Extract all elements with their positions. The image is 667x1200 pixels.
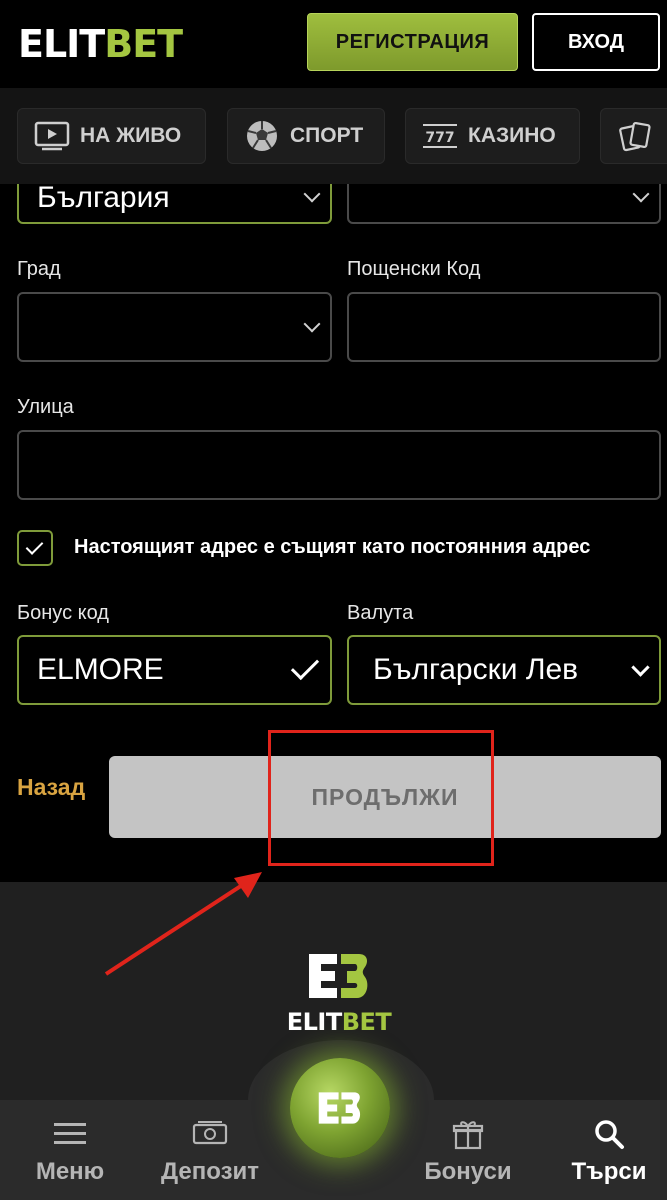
nav-item-label: НА ЖИВО bbox=[80, 124, 182, 147]
tab-label: Търси bbox=[571, 1158, 647, 1185]
checkmark-icon bbox=[25, 537, 44, 555]
chevron-down-icon bbox=[303, 315, 321, 333]
tab-deposit[interactable]: Депозит bbox=[155, 1118, 265, 1192]
street-input[interactable] bbox=[17, 430, 661, 500]
bonus-code-label: Бонус код bbox=[17, 602, 109, 624]
annotation-highlight-box bbox=[268, 730, 494, 866]
tab-label: Депозит bbox=[160, 1158, 259, 1185]
footer-logo: ELITBET bbox=[277, 952, 401, 1042]
nav-item-sport[interactable]: СПОРТ bbox=[227, 108, 385, 164]
tab-label: Бонуси bbox=[424, 1158, 512, 1185]
logo-text-white: ELIT bbox=[286, 1008, 343, 1036]
slot-777-icon: 777 bbox=[420, 120, 460, 152]
logo-text-white: ELIT bbox=[18, 22, 105, 66]
login-button[interactable]: ВХОД bbox=[532, 13, 660, 71]
category-nav: НА ЖИВО СПОРТ 777 КАЗИНО bbox=[0, 88, 667, 184]
city-select[interactable] bbox=[17, 292, 332, 362]
live-video-icon bbox=[32, 120, 72, 152]
same-address-label: Настоящият адрес е същият като постоянни… bbox=[74, 536, 591, 558]
logo-text-green: BET bbox=[104, 22, 183, 66]
same-address-checkbox[interactable] bbox=[17, 530, 53, 566]
region-select[interactable] bbox=[347, 184, 661, 224]
street-label: Улица bbox=[17, 396, 74, 418]
cash-icon bbox=[192, 1118, 228, 1150]
tab-label: Меню bbox=[35, 1158, 105, 1185]
playing-cards-icon bbox=[615, 120, 655, 152]
svg-text:777: 777 bbox=[425, 130, 454, 146]
postcode-label: Пощенски Код bbox=[347, 258, 481, 280]
top-header: ELIT BET РЕГИСТРАЦИЯ ВХОД bbox=[0, 0, 667, 88]
bonus-code-input[interactable]: ELMORE bbox=[17, 635, 332, 705]
chevron-down-icon bbox=[631, 658, 650, 677]
footer-logo-text: ELITBET bbox=[277, 1008, 401, 1036]
back-link[interactable]: Назад bbox=[17, 774, 85, 801]
currency-value: Български Лев bbox=[373, 653, 579, 686]
chevron-down-icon bbox=[632, 185, 650, 203]
hamburger-menu-icon bbox=[52, 1118, 88, 1150]
country-select[interactable]: България bbox=[17, 184, 332, 224]
soccer-ball-icon bbox=[242, 120, 282, 152]
elitbet-logo[interactable]: ELIT BET bbox=[18, 22, 183, 66]
nav-item-label: КАЗИНО bbox=[468, 124, 556, 147]
nav-item-live[interactable]: НА ЖИВО bbox=[17, 108, 206, 164]
bonus-code-value: ELMORE bbox=[37, 653, 164, 686]
currency-select[interactable]: Български Лев bbox=[347, 635, 661, 705]
eb-monogram-icon bbox=[309, 954, 368, 998]
valid-check-icon bbox=[290, 651, 320, 681]
chevron-down-icon bbox=[303, 185, 321, 203]
currency-label: Валута bbox=[347, 602, 414, 624]
center-home-button[interactable] bbox=[290, 1058, 390, 1158]
tab-bonuses[interactable]: Бонуси bbox=[420, 1118, 516, 1192]
nav-item-cards[interactable] bbox=[600, 108, 667, 164]
postcode-input[interactable] bbox=[347, 292, 661, 362]
tab-menu[interactable]: Меню bbox=[30, 1118, 110, 1192]
nav-item-casino[interactable]: 777 КАЗИНО bbox=[405, 108, 580, 164]
register-button[interactable]: РЕГИСТРАЦИЯ bbox=[307, 13, 518, 71]
tab-search[interactable]: Търси bbox=[566, 1118, 652, 1192]
gift-icon bbox=[450, 1118, 486, 1150]
city-label: Град bbox=[17, 258, 61, 280]
eb-monogram-icon bbox=[318, 1092, 361, 1124]
nav-item-label: СПОРТ bbox=[290, 124, 364, 147]
logo-text-green: BET bbox=[341, 1008, 392, 1036]
search-icon bbox=[591, 1118, 627, 1150]
country-value: България bbox=[37, 184, 170, 215]
annotation-arrow-icon bbox=[104, 872, 262, 976]
